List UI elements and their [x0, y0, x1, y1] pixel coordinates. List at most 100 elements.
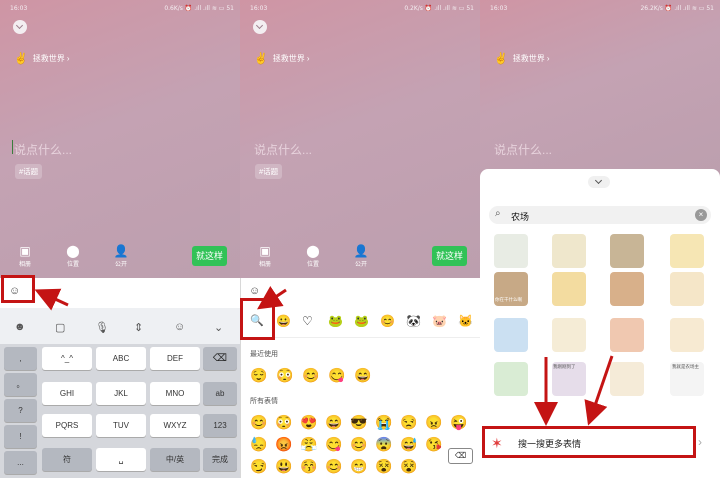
emoji-item[interactable]: 😵 [375, 458, 392, 474]
emoji-item[interactable]: 😠 [425, 414, 442, 430]
sticker-item[interactable] [610, 318, 644, 352]
visibility-button[interactable]: 👤 公开 [346, 244, 376, 268]
sticker-item[interactable] [552, 272, 586, 306]
topic-tag[interactable]: #话题 [15, 164, 43, 179]
category-emoji-icon[interactable]: 😀 [276, 314, 291, 328]
recent-emoji[interactable]: 😊 [302, 367, 319, 383]
emoji-item[interactable]: 😓 [250, 436, 267, 452]
sticker-item[interactable] [494, 318, 528, 352]
key-question[interactable]: ? [4, 399, 37, 422]
emoji-item[interactable]: 😏 [250, 458, 267, 474]
search-input[interactable]: 农场 [511, 210, 529, 223]
world-link[interactable]: ✌ 拯救世界 › [254, 52, 310, 65]
sticker-item[interactable] [552, 234, 586, 268]
emoji-item[interactable]: 😃 [275, 458, 292, 474]
sticker-item[interactable] [670, 318, 704, 352]
location-button[interactable]: ⬤ 位置 [298, 244, 328, 268]
emoji-item[interactable]: 😡 [275, 436, 292, 452]
category-frog-icon[interactable]: 🐸 [328, 314, 343, 328]
topic-tag[interactable]: #话题 [255, 164, 283, 179]
emoji-item[interactable]: 😤 [300, 436, 317, 452]
sticker-item[interactable] [670, 234, 704, 268]
key-emoticon[interactable]: ^_^ [42, 347, 92, 370]
key-jkl[interactable]: JKL [96, 382, 146, 405]
emoji-delete-button[interactable]: ⌫ [448, 448, 473, 464]
clipboard-icon[interactable]: ▢ [55, 321, 65, 334]
emoji-toggle-icon[interactable]: ☺ [249, 285, 260, 297]
visibility-button[interactable]: 👤 公开 [106, 244, 136, 268]
post-input[interactable]: 说点什么... [254, 141, 312, 158]
key-ab[interactable]: ab [203, 382, 237, 405]
collapse-button[interactable] [13, 20, 27, 34]
album-button[interactable]: ▣ 相册 [10, 244, 40, 268]
emoji-item[interactable]: 😎 [350, 414, 367, 430]
key-wxyz[interactable]: WXYZ [150, 414, 200, 437]
album-button[interactable]: ▣ 相册 [250, 244, 280, 268]
emoji-item[interactable]: 😨 [375, 436, 392, 452]
category-pig-icon[interactable]: 🐷 [432, 314, 447, 328]
key-pqrs[interactable]: PQRS [42, 414, 92, 437]
emoji-item[interactable]: 😋 [325, 436, 342, 452]
key-abc[interactable]: ABC [96, 347, 146, 370]
emoji-item[interactable]: 😵 [400, 458, 417, 474]
emoji-item[interactable]: 😍 [300, 414, 317, 430]
sticker-item[interactable]: 我就是农场主 [670, 362, 704, 396]
sticker-item[interactable] [610, 362, 644, 396]
sticker-item[interactable] [494, 234, 528, 268]
emoji-item[interactable]: 😚 [300, 458, 317, 474]
key-ellipsis[interactable]: ... [4, 451, 37, 474]
key-backspace[interactable]: ⌫ [203, 347, 237, 370]
emoji-item[interactable]: 😁 [350, 458, 367, 474]
recent-emoji[interactable]: 😳 [276, 367, 293, 383]
sticker-item[interactable] [552, 318, 586, 352]
submit-button[interactable]: 就这样 [192, 246, 227, 266]
chevron-down-icon[interactable]: ⌄ [214, 321, 223, 334]
sticker-item[interactable] [610, 272, 644, 306]
key-exclaim[interactable]: ! [4, 425, 37, 448]
emoji-item[interactable]: 😳 [275, 414, 292, 430]
key-done[interactable]: 完成 [203, 448, 237, 471]
post-input[interactable]: 说点什么... [494, 141, 552, 158]
world-link[interactable]: ✌ 拯救世界 › [494, 52, 550, 65]
submit-button[interactable]: 就这样 [432, 246, 467, 266]
mic-icon[interactable]: 🎙 [95, 321, 109, 334]
emoji-face-icon[interactable]: ☻ [14, 321, 26, 333]
key-def[interactable]: DEF [150, 347, 200, 370]
location-button[interactable]: ⬤ 位置 [58, 244, 88, 268]
key-lang[interactable]: 中/英 [150, 448, 200, 471]
emoji-item[interactable]: 😄 [325, 414, 342, 430]
category-frog2-icon[interactable]: 🐸 [354, 314, 369, 328]
emoji-item[interactable]: 😅 [400, 436, 417, 452]
sticker-item[interactable] [670, 272, 704, 306]
key-123[interactable]: 123 [203, 414, 237, 437]
sticker-search-field[interactable]: ⌕ 农场 × [489, 206, 711, 224]
emoji-item[interactable]: 😘 [425, 436, 442, 452]
recent-emoji[interactable]: 😌 [250, 367, 267, 383]
sticker-item[interactable] [610, 234, 644, 268]
recent-emoji[interactable]: 😄 [354, 367, 371, 383]
smile-icon[interactable]: ☺ [174, 321, 185, 333]
key-mno[interactable]: MNO [150, 382, 200, 405]
key-symbol[interactable]: 符 [42, 448, 92, 471]
sheet-collapse-button[interactable] [588, 176, 610, 188]
emoji-item[interactable]: 😊 [350, 436, 367, 452]
collapse-button[interactable] [253, 20, 267, 34]
sticker-item[interactable]: 你在干什么啊 [494, 272, 528, 306]
world-link[interactable]: ✌ 拯救世界 › [14, 52, 70, 65]
cursor-move-icon[interactable]: ⇕ [134, 321, 143, 334]
recent-emoji[interactable]: 😋 [328, 367, 345, 383]
sticker-item[interactable] [494, 362, 528, 396]
emoji-item[interactable]: 😊 [325, 458, 342, 474]
emoji-item[interactable]: 😭 [375, 414, 392, 430]
emoji-item[interactable]: 😒 [400, 414, 417, 430]
key-space[interactable]: ␣ [96, 448, 146, 471]
post-input[interactable]: 说点什么... [14, 141, 72, 158]
key-ghi[interactable]: GHI [42, 382, 92, 405]
category-cat-icon[interactable]: 🐱 [458, 314, 473, 328]
category-smile-icon[interactable]: 😊 [380, 314, 395, 328]
category-favorite-icon[interactable]: ♡ [302, 314, 313, 328]
key-comma[interactable]: , [4, 347, 37, 370]
sticker-item[interactable]: 我刚刚到了 [552, 362, 586, 396]
clear-icon[interactable]: × [695, 209, 707, 221]
key-period[interactable]: 。 [4, 373, 37, 396]
